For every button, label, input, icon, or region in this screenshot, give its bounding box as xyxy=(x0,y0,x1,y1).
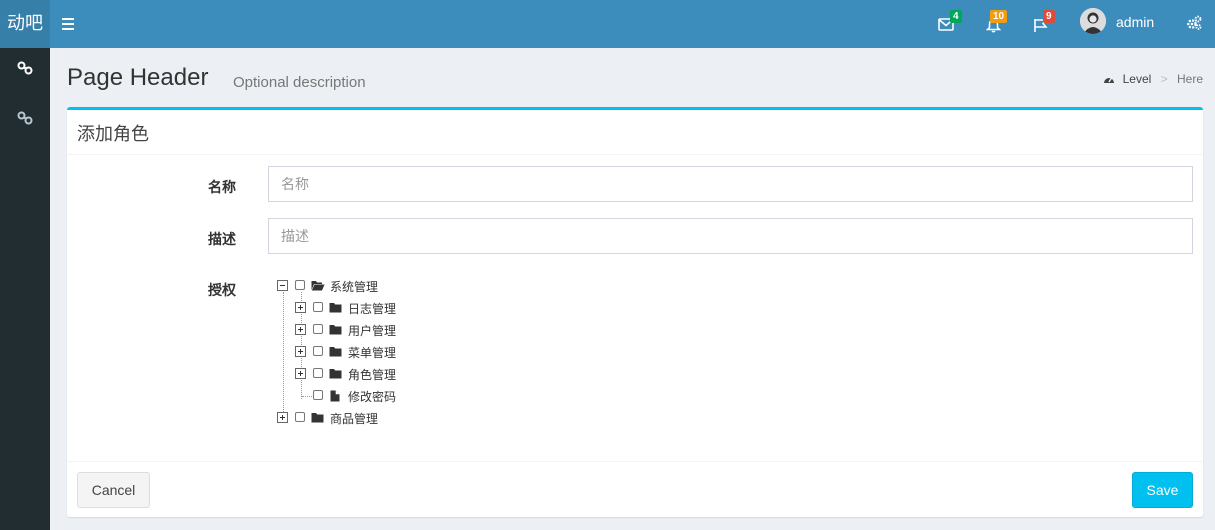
add-role-box: 添加角色 名称 描述 授权 系统管理 日志管理 xyxy=(67,107,1203,517)
tree-connector xyxy=(302,396,312,397)
folder-icon xyxy=(329,369,342,379)
collapse-toggle[interactable] xyxy=(277,280,288,291)
tree-node-label[interactable]: 日志管理 xyxy=(348,300,396,317)
tree-node-label[interactable]: 系统管理 xyxy=(330,278,378,295)
folder-open-icon xyxy=(311,281,325,291)
sidebar-item-1[interactable] xyxy=(0,50,50,86)
name-label: 名称 xyxy=(208,179,236,195)
tree-checkbox[interactable] xyxy=(295,412,305,422)
expand-toggle[interactable] xyxy=(277,412,288,423)
app-logo[interactable]: 动吧 xyxy=(0,0,50,48)
tree-node-label[interactable]: 菜单管理 xyxy=(348,344,396,361)
sidebar-toggle-button[interactable] xyxy=(62,15,76,33)
notifications-button[interactable]: 10 xyxy=(984,10,1012,38)
box-header-divider xyxy=(67,154,1203,155)
tree-checkbox[interactable] xyxy=(295,280,305,290)
description-label: 描述 xyxy=(208,231,236,247)
save-button[interactable]: Save xyxy=(1132,472,1193,508)
expand-toggle[interactable] xyxy=(295,324,306,335)
box-title: 添加角色 xyxy=(77,124,149,144)
breadcrumb-level-link[interactable]: Level xyxy=(1123,72,1152,86)
link-icon xyxy=(17,111,33,125)
user-avatar-icon xyxy=(1080,8,1106,34)
page-title: Page Header xyxy=(67,64,209,91)
breadcrumb-separator: > xyxy=(1160,72,1168,86)
avatar xyxy=(1080,8,1106,34)
name-input[interactable] xyxy=(268,166,1193,202)
expand-toggle[interactable] xyxy=(295,368,306,379)
tree-node-label[interactable]: 商品管理 xyxy=(330,410,378,427)
tree-checkbox[interactable] xyxy=(313,346,323,356)
tree-node-label[interactable]: 角色管理 xyxy=(348,366,396,383)
expand-toggle[interactable] xyxy=(295,302,306,313)
authorization-label: 授权 xyxy=(208,282,236,298)
cancel-button[interactable]: Cancel xyxy=(77,472,150,508)
tree-node-label[interactable]: 修改密码 xyxy=(348,388,396,405)
folder-icon xyxy=(329,325,342,335)
tasks-button[interactable]: 9 xyxy=(1031,10,1059,38)
top-navbar: 动吧 4 10 9 admin xyxy=(0,0,1215,48)
dashboard-icon xyxy=(1104,77,1115,83)
tree-checkbox[interactable] xyxy=(313,324,323,334)
box-footer-divider xyxy=(67,461,1203,462)
tree-checkbox[interactable] xyxy=(313,390,323,400)
notifications-badge: 10 xyxy=(990,10,1008,23)
breadcrumb-current: Here xyxy=(1176,72,1203,86)
messages-button[interactable]: 4 xyxy=(936,10,964,38)
tree-node-label[interactable]: 用户管理 xyxy=(348,322,396,339)
expand-toggle[interactable] xyxy=(295,346,306,357)
sidebar xyxy=(0,48,50,530)
folder-icon xyxy=(329,303,342,313)
username: admin xyxy=(1116,14,1155,30)
page-description: Optional description xyxy=(233,74,366,91)
messages-badge: 4 xyxy=(950,10,962,23)
tree-connector xyxy=(283,292,284,416)
tasks-badge: 9 xyxy=(1043,10,1055,23)
tree-checkbox[interactable] xyxy=(313,368,323,378)
folder-icon xyxy=(329,347,342,357)
description-input[interactable] xyxy=(268,218,1193,254)
gears-icon[interactable] xyxy=(1186,15,1202,31)
sidebar-item-2[interactable] xyxy=(0,100,50,136)
tree-checkbox[interactable] xyxy=(313,302,323,312)
folder-icon xyxy=(311,413,324,423)
file-icon xyxy=(330,390,340,402)
link-icon xyxy=(17,61,33,75)
breadcrumb: Level > Here xyxy=(1103,72,1203,86)
